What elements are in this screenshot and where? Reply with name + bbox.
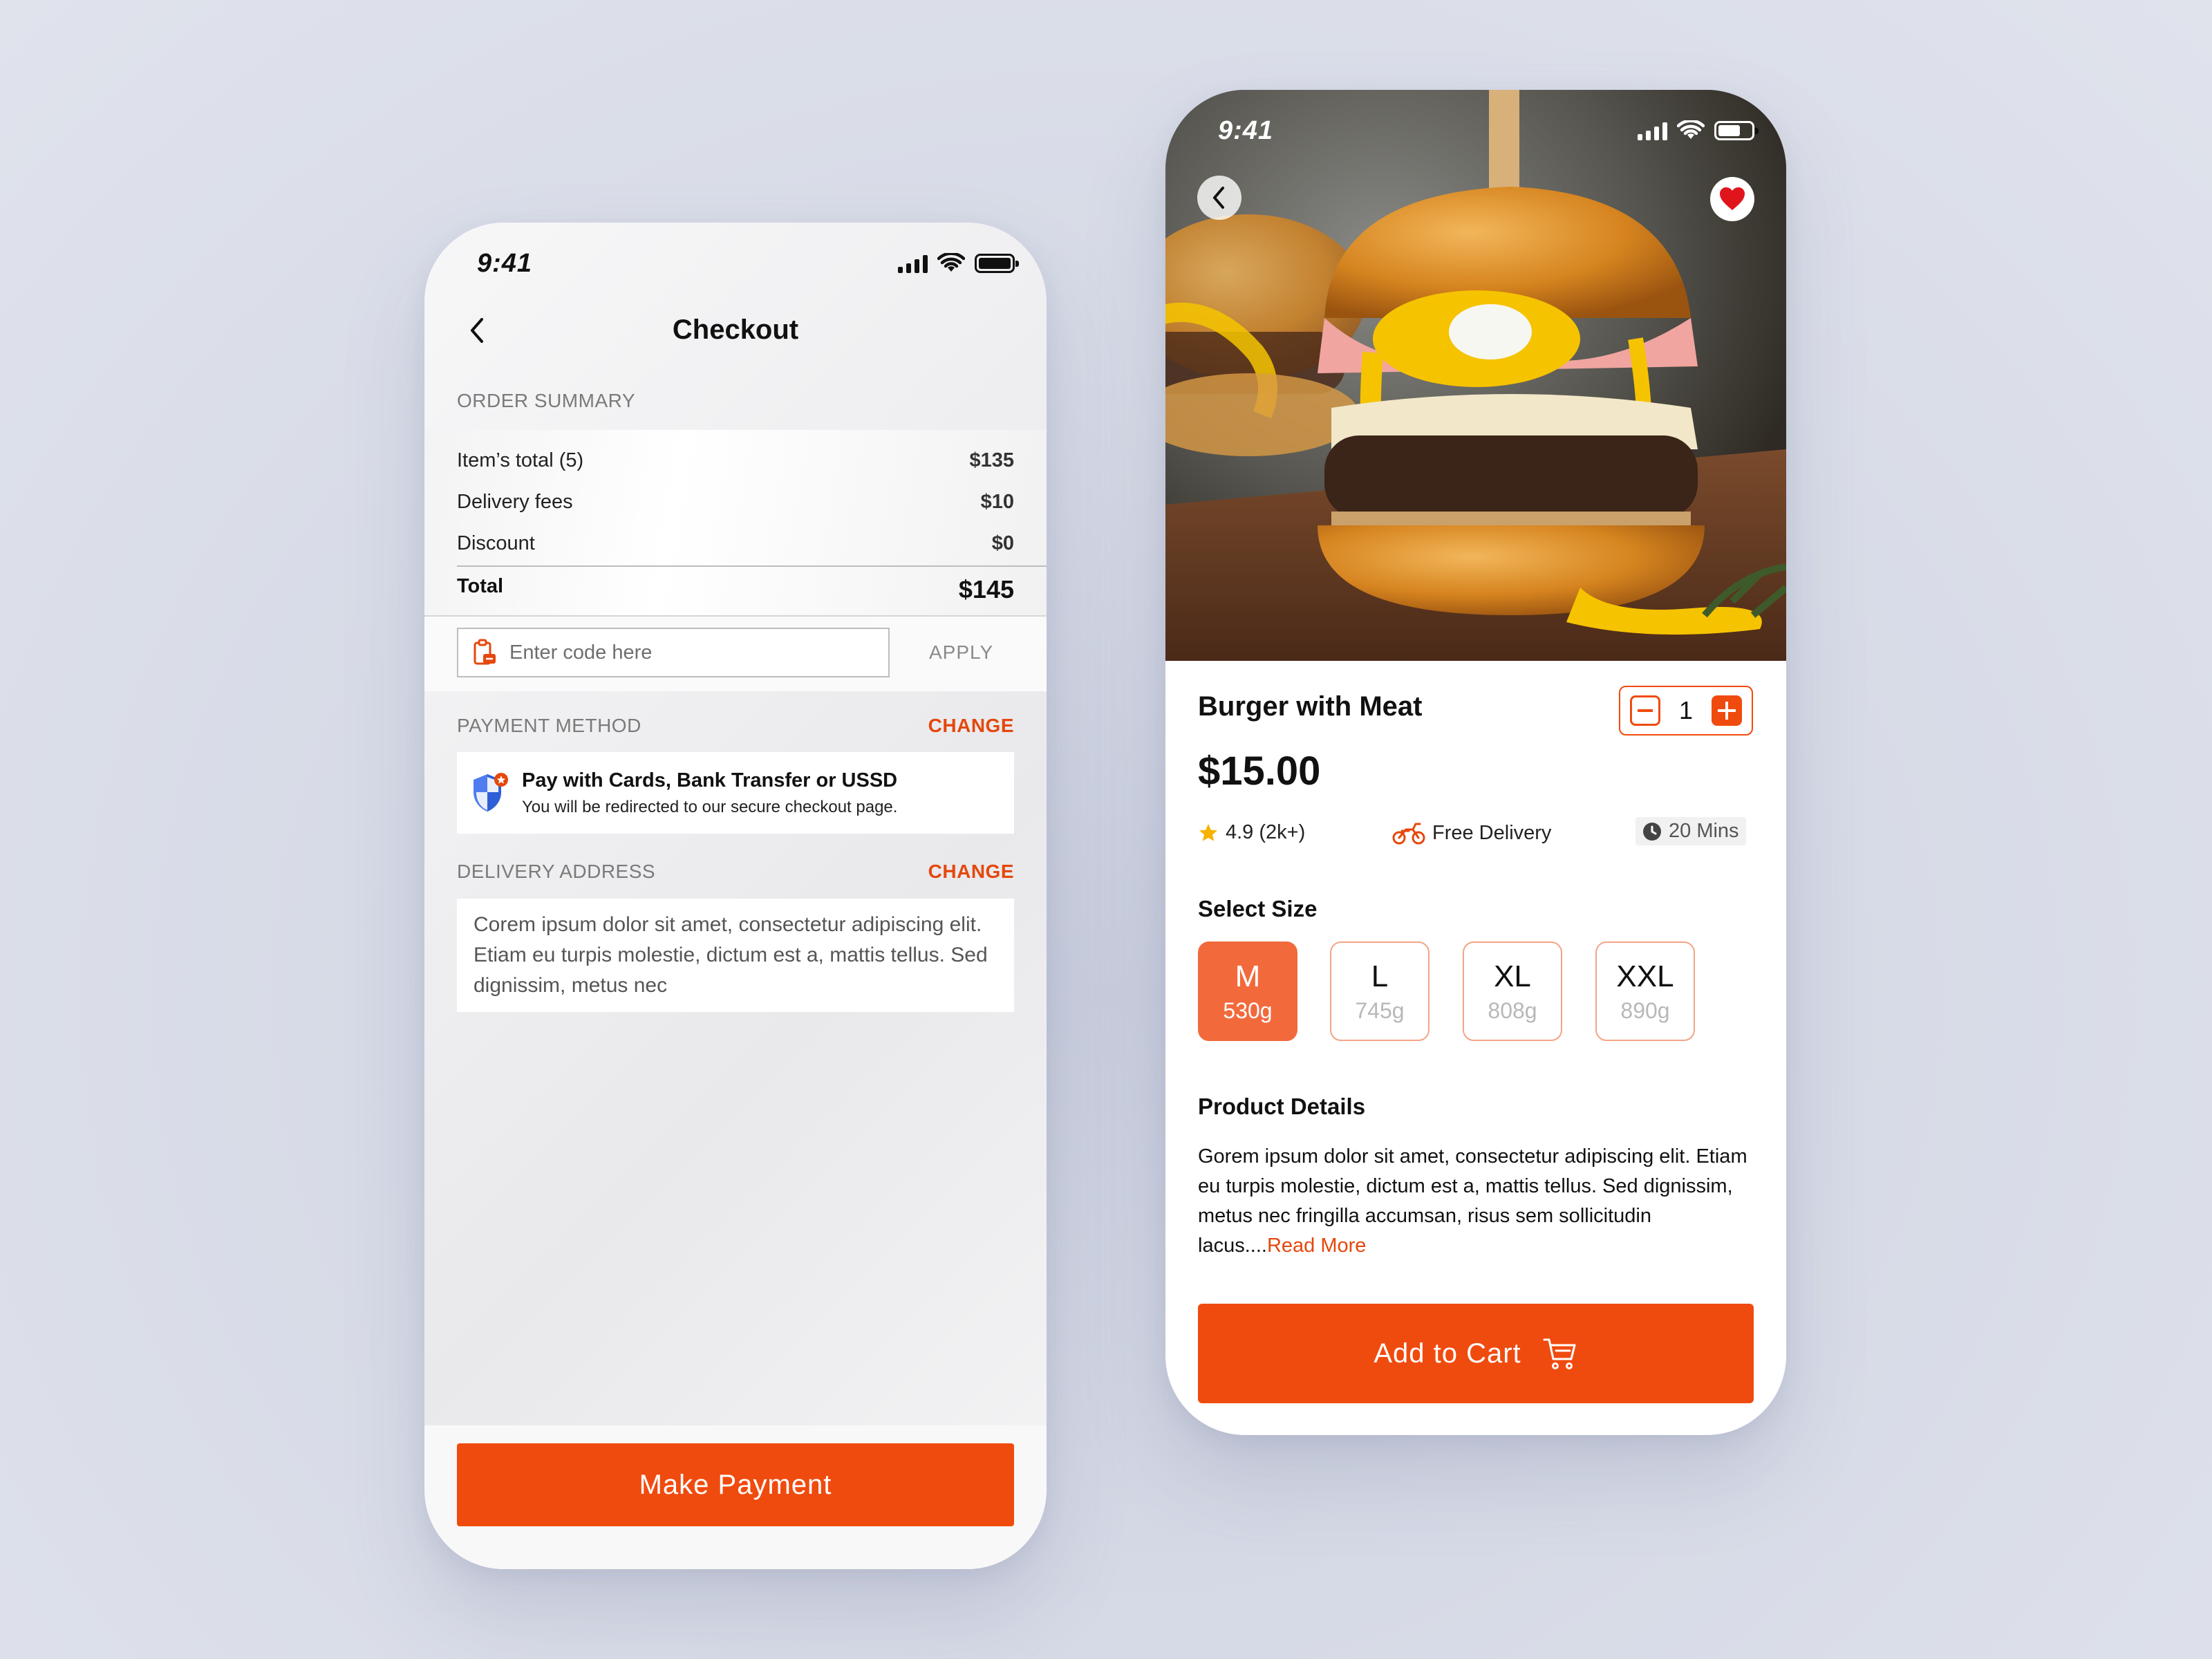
status-bar: 9:41: [424, 223, 1047, 306]
decrease-button[interactable]: [1630, 695, 1660, 726]
battery-icon: [1714, 121, 1759, 140]
size-option-xxl[interactable]: XXL 890g: [1595, 941, 1695, 1041]
battery-icon: [975, 254, 1019, 273]
quantity-stepper: 1: [1619, 686, 1753, 735]
size-option-xl[interactable]: XL 808g: [1463, 941, 1562, 1041]
checkout-screen: 9:41 Checkout ORDER SUMMARY Item’s total…: [424, 223, 1047, 1569]
increase-button[interactable]: [1712, 695, 1742, 726]
payment-title: Pay with Cards, Bank Transfer or USSD: [522, 769, 898, 791]
favorite-button[interactable]: [1710, 177, 1754, 221]
summary-row: Discount $0: [457, 532, 1014, 554]
divider: [457, 565, 1047, 567]
payment-subtitle: You will be redirected to our secure che…: [522, 797, 898, 816]
payment-method-label: PAYMENT METHOD: [457, 715, 641, 736]
change-address-link[interactable]: CHANGE: [928, 861, 1014, 883]
promo-placeholder: Enter code here: [509, 641, 653, 664]
page-title: Checkout: [672, 315, 799, 345]
shield-icon: [474, 773, 508, 812]
back-button[interactable]: [1197, 176, 1241, 220]
summary-row: Item’s total (5) $135: [457, 449, 1014, 471]
rating: 4.9 (2k+): [1198, 821, 1305, 844]
product-title: Burger with Meat: [1198, 691, 1423, 722]
clock-icon: [1643, 822, 1661, 841]
read-more-link[interactable]: Read More: [1267, 1235, 1366, 1257]
heart-icon: [1720, 187, 1745, 210]
delivery-address[interactable]: Corem ipsum dolor sit amet, consectetur …: [457, 899, 1014, 1012]
apply-button[interactable]: APPLY: [929, 641, 993, 664]
quantity-value: 1: [1678, 696, 1694, 724]
burger-illustration: [1165, 90, 1786, 661]
signal-icon: [898, 254, 928, 273]
scooter-icon: [1392, 823, 1425, 845]
payment-option[interactable]: Pay with Cards, Bank Transfer or USSD Yo…: [457, 752, 1014, 834]
product-price: $15.00: [1198, 749, 1321, 794]
cart-icon: [1543, 1338, 1576, 1369]
status-bar: 9:41: [1165, 90, 1786, 173]
order-summary-label: ORDER SUMMARY: [457, 390, 636, 411]
summary-row: Delivery fees $10: [457, 491, 1014, 513]
add-to-cart-button[interactable]: Add to Cart: [1198, 1304, 1754, 1403]
size-option-m[interactable]: M 530g: [1198, 941, 1297, 1041]
change-payment-link[interactable]: CHANGE: [928, 715, 1014, 737]
signal-icon: [1638, 121, 1667, 140]
promo-code-input[interactable]: Enter code here: [457, 628, 890, 677]
select-size-label: Select Size: [1198, 896, 1318, 921]
delivery-time: 20 Mins: [1635, 817, 1746, 845]
status-time: 9:41: [477, 249, 533, 278]
size-option-l[interactable]: L 745g: [1330, 941, 1430, 1041]
summary-total: Total $145: [457, 575, 1014, 603]
make-payment-button[interactable]: Make Payment: [457, 1443, 1014, 1526]
delivery-info: Free Delivery: [1392, 821, 1551, 845]
wifi-icon: [937, 253, 965, 272]
status-time: 9:41: [1218, 116, 1274, 145]
order-summary: Item’s total (5) $135 Delivery fees $10 Di…: [424, 430, 1047, 615]
star-icon: [1199, 823, 1217, 841]
promo-section: Enter code here APPLY: [424, 615, 1047, 691]
coupon-icon: [474, 639, 496, 665]
wifi-icon: [1677, 120, 1705, 139]
back-icon: [1213, 187, 1224, 209]
product-image: [1165, 90, 1786, 661]
product-details-label: Product Details: [1198, 1094, 1366, 1119]
product-screen: 9:41 Burger with Meat 1 $15.00 4.9 (2k+)…: [1165, 90, 1786, 1435]
product-details-text: Gorem ipsum dolor sit amet, consectetur …: [1198, 1145, 1747, 1257]
delivery-address-label: DELIVERY ADDRESS: [457, 861, 656, 882]
